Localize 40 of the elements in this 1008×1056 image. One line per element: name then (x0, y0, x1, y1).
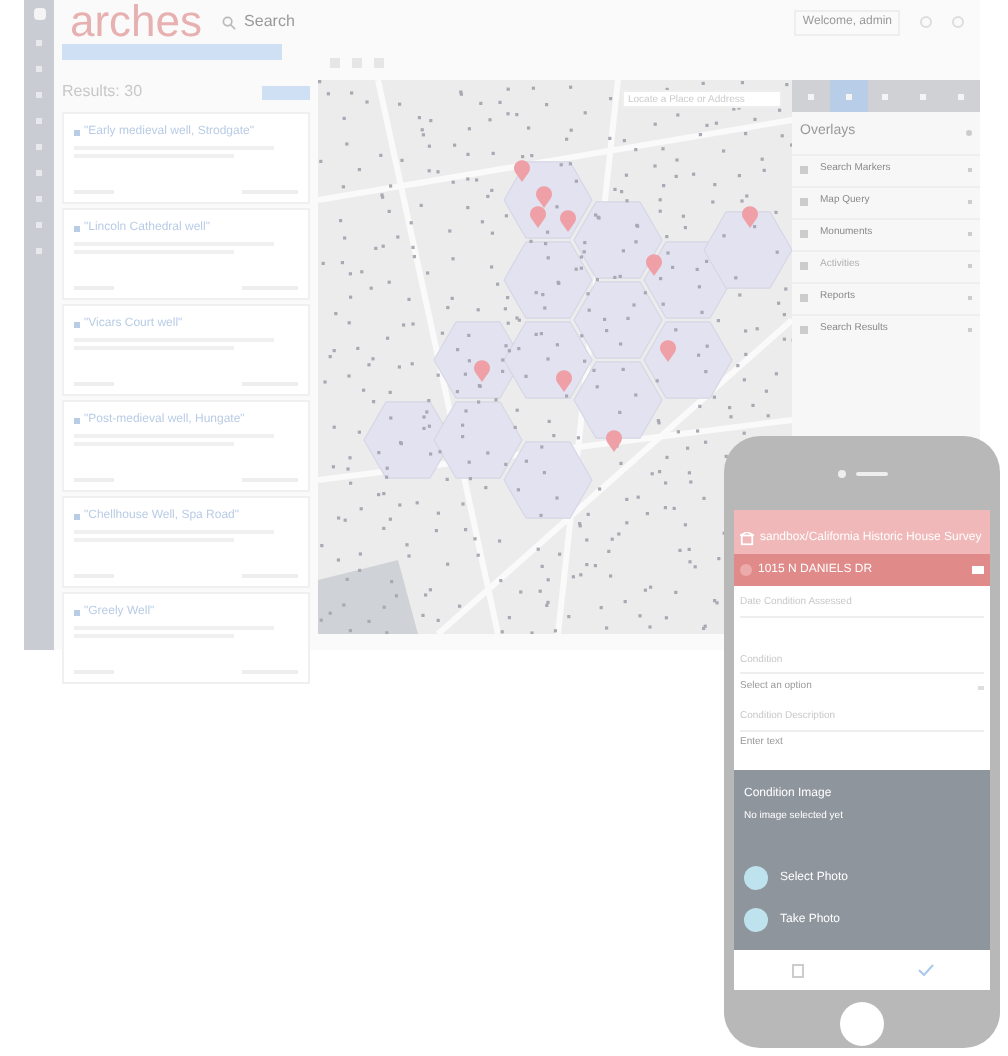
layer-icon (800, 294, 808, 302)
add-icon[interactable] (966, 129, 972, 136)
card-icon[interactable] (972, 566, 984, 574)
map-pin-icon[interactable] (514, 160, 530, 182)
phone-camera (837, 469, 845, 477)
building-icon (740, 531, 754, 545)
map-pin-icon[interactable] (536, 186, 552, 208)
camera-icon (744, 866, 768, 890)
result-icon (74, 610, 80, 616)
layer-icon (800, 198, 808, 206)
layer-icon (800, 262, 808, 270)
map-pin-icon[interactable] (646, 254, 662, 276)
user-icon[interactable] (920, 16, 932, 28)
result-icon (74, 130, 80, 136)
map-pin-icon[interactable] (560, 210, 576, 232)
layer-icon (800, 326, 808, 334)
layer-icon (800, 230, 808, 238)
check-icon[interactable] (917, 964, 933, 976)
help-icon[interactable] (952, 16, 964, 28)
result-icon (74, 514, 80, 520)
sidebar-icon[interactable] (33, 8, 45, 20)
map-pin-icon[interactable] (660, 340, 676, 362)
result-icon (74, 226, 80, 232)
result-icon (74, 418, 80, 424)
home-button[interactable] (840, 1002, 884, 1046)
result-icon (74, 322, 80, 328)
map-pin-icon[interactable] (556, 370, 572, 392)
map-pin-icon[interactable] (530, 206, 546, 228)
document-icon[interactable] (791, 963, 803, 977)
caret-icon (978, 685, 984, 689)
map-pin-icon[interactable] (742, 206, 758, 228)
map-tool-button[interactable] (829, 80, 868, 112)
map-pin-icon[interactable] (606, 430, 622, 452)
app-logo: arches (70, 0, 203, 44)
camera-icon (744, 908, 768, 932)
back-button[interactable] (740, 564, 752, 576)
search-field[interactable]: Search (244, 10, 485, 34)
map-pin-icon[interactable] (474, 360, 490, 382)
search-icon (222, 15, 237, 29)
layer-icon (800, 166, 808, 174)
